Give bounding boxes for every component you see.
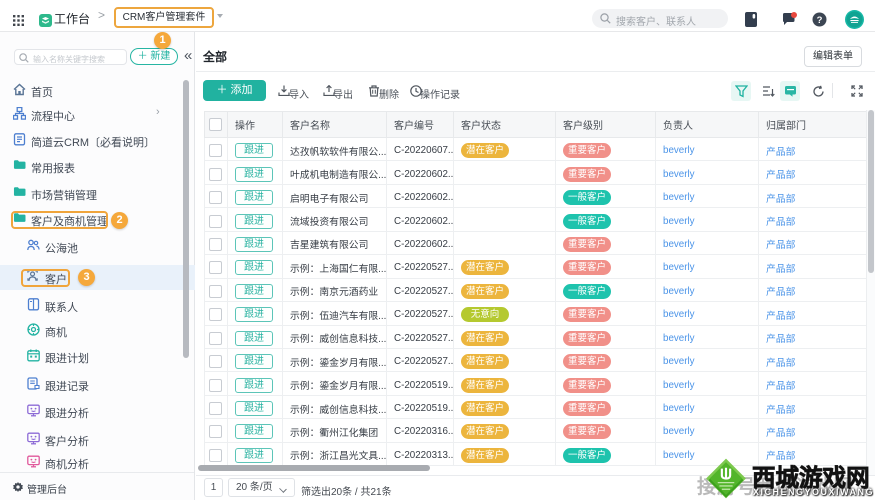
svg-text:?: ? bbox=[817, 15, 823, 26]
